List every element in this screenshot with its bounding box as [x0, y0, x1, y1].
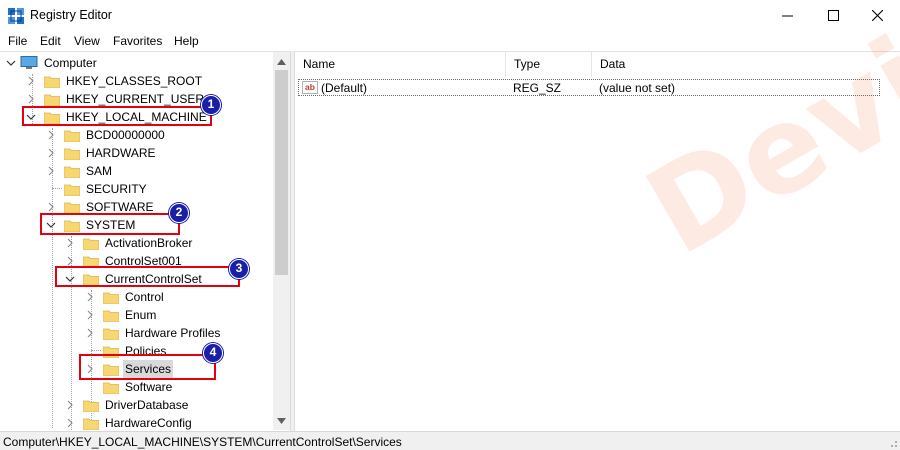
folder-icon — [83, 238, 99, 250]
caret-up-icon — [277, 58, 286, 65]
computer-icon — [20, 56, 38, 69]
menu-bar: File Edit View Favorites Help — [0, 31, 900, 51]
chevron-right-icon[interactable] — [85, 328, 95, 338]
folder-icon — [64, 148, 80, 160]
resize-grip-icon[interactable] — [886, 436, 898, 448]
tree-scrollbar-thumb[interactable] — [275, 70, 288, 275]
scroll-down-button[interactable] — [276, 415, 287, 426]
menu-view[interactable]: View — [74, 34, 100, 48]
registry-path: Computer\HKEY_LOCAL_MACHINE\SYSTEM\Curre… — [3, 435, 402, 449]
tree-item-label: BCD00000000 — [86, 128, 165, 142]
folder-icon — [103, 310, 119, 322]
list-item[interactable]: ab (Default) REG_SZ (value not set) — [298, 79, 880, 96]
column-header-type[interactable]: Type — [506, 52, 592, 77]
highlight-box-services — [79, 354, 216, 380]
chevron-right-icon[interactable] — [46, 148, 56, 158]
tree-item-driverdatabase[interactable]: DriverDatabase — [65, 396, 190, 414]
registry-icon — [8, 8, 24, 24]
tree-item-control[interactable]: Control — [85, 288, 166, 306]
column-header-data[interactable]: Data — [592, 52, 882, 77]
tree-item-software-sub[interactable]: Software — [85, 378, 174, 396]
title-bar: Registry Editor — [0, 0, 900, 31]
tree-item-hardwareconfig[interactable]: HardwareConfig — [65, 414, 194, 431]
tree-item-bcd[interactable]: BCD00000000 — [46, 126, 167, 144]
folder-icon — [64, 130, 80, 142]
step-badge-3: 3 — [229, 259, 249, 279]
tree-item-label: HKEY_CLASSES_ROOT — [66, 74, 203, 88]
folder-icon — [64, 202, 80, 214]
tree-item-label: Computer — [44, 56, 97, 70]
tree-item-security[interactable]: SECURITY — [46, 180, 149, 198]
maximize-button[interactable] — [810, 0, 856, 31]
step-badge-4: 4 — [203, 343, 223, 363]
tree-item-label: Enum — [125, 308, 157, 322]
tree-item-label: SECURITY — [86, 182, 147, 196]
minimize-icon — [781, 15, 793, 17]
menu-edit[interactable]: Edit — [40, 34, 61, 48]
tree-item-computer[interactable]: Computer — [6, 54, 99, 72]
tree-item-label: HardwareConfig — [105, 416, 192, 430]
chevron-right-icon[interactable] — [65, 418, 75, 428]
value-name: (Default) — [321, 81, 368, 95]
highlight-box-currentcontrolset — [55, 266, 240, 287]
tree-item-label: DriverDatabase — [105, 398, 189, 412]
folder-icon — [64, 166, 80, 178]
scroll-up-button[interactable] — [276, 56, 287, 67]
tree-item-label: HARDWARE — [86, 146, 156, 160]
tree-item-activationbroker[interactable]: ActivationBroker — [65, 234, 194, 252]
step-badge-2: 2 — [169, 203, 189, 223]
maximize-icon — [827, 10, 839, 21]
chevron-right-icon[interactable] — [46, 166, 56, 176]
chevron-right-icon[interactable] — [85, 292, 95, 302]
minimize-button[interactable] — [764, 0, 810, 31]
chevron-right-icon[interactable] — [65, 400, 75, 410]
chevron-right-icon[interactable] — [65, 238, 75, 248]
string-value-icon: ab — [302, 81, 318, 94]
highlight-box-hklm — [22, 106, 212, 126]
value-data: (value not set) — [599, 81, 676, 95]
chevron-right-icon[interactable] — [65, 256, 75, 266]
close-button[interactable] — [854, 0, 900, 31]
chevron-right-icon[interactable] — [46, 202, 56, 212]
window-title: Registry Editor — [30, 8, 112, 22]
folder-icon — [103, 328, 119, 340]
tree-item-sam[interactable]: SAM — [46, 162, 114, 180]
step-badge-1: 1 — [201, 95, 221, 115]
folder-icon — [64, 184, 80, 196]
status-bar: Computer\HKEY_LOCAL_MACHINE\SYSTEM\Curre… — [0, 431, 900, 450]
tree-item-enum[interactable]: Enum — [85, 306, 158, 324]
folder-icon — [44, 94, 60, 106]
caret-down-icon — [277, 417, 286, 424]
values-list[interactable]: DeviceTricks Name Type Data ab (Default)… — [295, 0, 900, 431]
folder-icon — [83, 418, 99, 430]
close-icon — [871, 10, 883, 21]
tree-item-label: Software — [125, 380, 173, 394]
chevron-right-icon[interactable] — [26, 94, 36, 104]
tree-item-hkey-classes-root[interactable]: HKEY_CLASSES_ROOT — [26, 72, 204, 90]
menu-file[interactable]: File — [8, 34, 27, 48]
value-type: REG_SZ — [513, 81, 562, 95]
folder-icon — [103, 292, 119, 304]
tree-item-label: SAM — [86, 164, 113, 178]
folder-icon — [83, 400, 99, 412]
folder-icon — [103, 382, 119, 394]
folder-icon — [44, 76, 60, 88]
tree-item-label: Control — [125, 290, 164, 304]
tree-item-hardware-profiles[interactable]: Hardware Profiles — [85, 324, 222, 342]
tree-item-hardware[interactable]: HARDWARE — [46, 144, 158, 162]
column-header-name[interactable]: Name — [295, 52, 506, 77]
chevron-right-icon[interactable] — [85, 310, 95, 320]
chevron-right-icon[interactable] — [26, 76, 36, 86]
chevron-right-icon[interactable] — [46, 130, 56, 140]
tree-item-label: Hardware Profiles — [125, 326, 221, 340]
menu-help[interactable]: Help — [174, 34, 199, 48]
tree-item-label: ActivationBroker — [105, 236, 193, 250]
menu-favorites[interactable]: Favorites — [113, 34, 162, 48]
highlight-box-system — [40, 213, 180, 235]
chevron-down-icon[interactable] — [6, 58, 16, 68]
